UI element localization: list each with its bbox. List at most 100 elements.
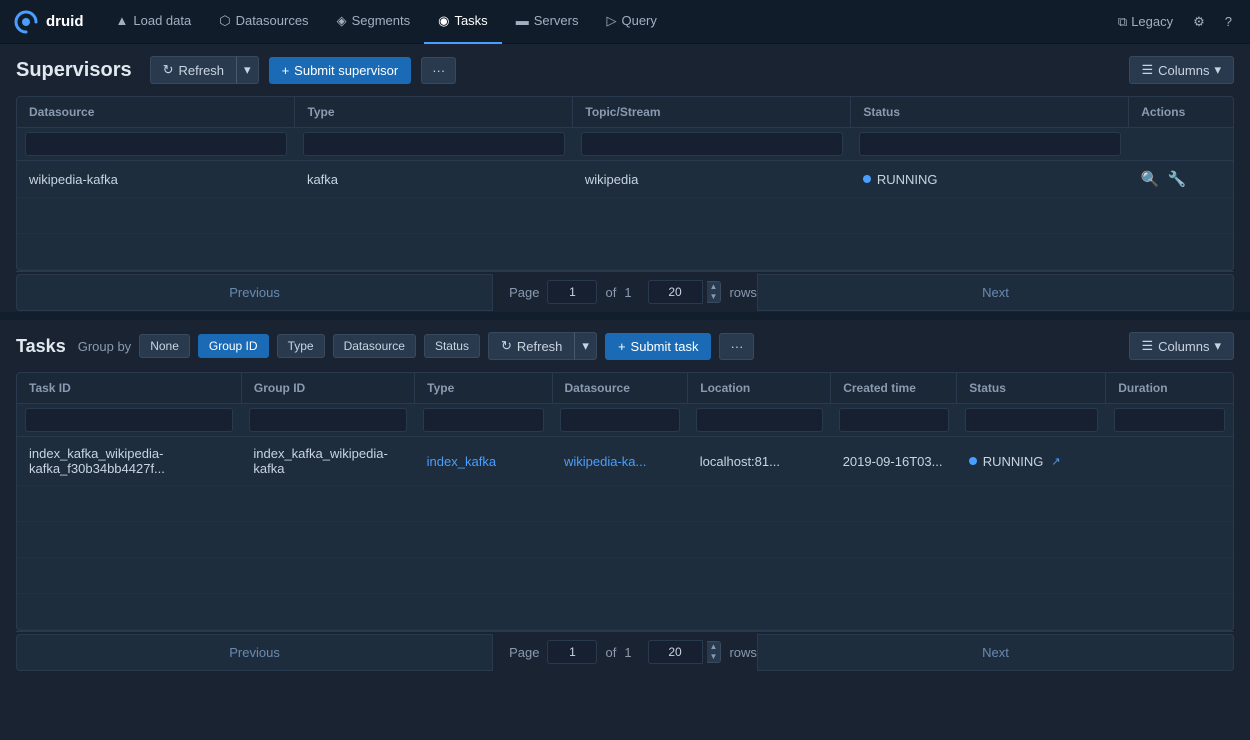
group-by-group-id-button[interactable]: Group ID	[198, 334, 269, 358]
help-icon: ?	[1225, 14, 1232, 29]
topic-stream-filter-input[interactable]	[581, 132, 843, 156]
col-header-datasource: Datasource	[17, 97, 295, 128]
settings-wrench-icon[interactable]: 🔧	[1167, 170, 1186, 188]
task-id-cell: index_kafka_wikipedia-kafka_f30b34bb4427…	[17, 437, 241, 486]
tasks-columns-button[interactable]: ☰ Columns ▾	[1129, 332, 1234, 360]
supervisors-page-input[interactable]	[547, 280, 597, 304]
nav-item-label: Datasources	[236, 13, 309, 28]
tasks-rows-spinner: ▲ ▼	[707, 641, 722, 663]
nav-item-datasources[interactable]: ⬡ Datasources	[205, 0, 322, 44]
external-link-icon: ⧉	[1118, 14, 1127, 30]
tasks-page-info: Page of 1	[493, 632, 647, 672]
nav-item-query[interactable]: ▷ Query	[592, 0, 670, 44]
empty-row-4	[17, 522, 1233, 558]
columns-icon: ☰	[1142, 338, 1154, 354]
columns-icon: ☰	[1142, 62, 1154, 78]
col-header-actions: Actions	[1129, 97, 1233, 128]
plus-icon: +	[618, 339, 626, 354]
nav-items: ▲ Load data ⬡ Datasources ◈ Segments ◉ T…	[102, 0, 1112, 44]
empty-row-6	[17, 594, 1233, 630]
col-header-type: Type	[295, 97, 573, 128]
search-icon[interactable]: 🔍	[1141, 170, 1160, 188]
supervisors-more-button[interactable]: ···	[421, 57, 456, 84]
task-status-dot	[969, 457, 977, 465]
nav-logo[interactable]: druid	[12, 8, 84, 36]
task-datasource-link[interactable]: wikipedia-ka...	[564, 454, 646, 469]
status-filter-input[interactable]	[859, 132, 1121, 156]
supervisors-total-pages: 1	[624, 285, 631, 300]
submit-supervisor-button[interactable]: + Submit supervisor	[269, 57, 412, 84]
refresh-dropdown-button[interactable]: ▾	[236, 56, 259, 84]
settings-button[interactable]: ⚙	[1187, 10, 1211, 34]
segments-icon: ◈	[337, 13, 347, 29]
location-filter-input[interactable]	[696, 408, 823, 432]
type-filter-input[interactable]	[303, 132, 565, 156]
rows-up-button[interactable]: ▲	[707, 282, 721, 292]
group-by-label: Group by	[78, 339, 131, 354]
refresh-icon: ↻	[163, 62, 174, 78]
group-by-type-button[interactable]: Type	[277, 334, 325, 358]
supervisors-previous-button[interactable]: Previous	[16, 274, 493, 311]
tasks-rows-down-button[interactable]: ▼	[707, 652, 721, 662]
group-id-cell: index_kafka_wikipedia-kafka	[241, 437, 414, 486]
tasks-rows-input[interactable]	[648, 640, 703, 664]
help-button[interactable]: ?	[1219, 10, 1238, 33]
legacy-button[interactable]: ⧉ Legacy	[1112, 10, 1179, 34]
tasks-next-button[interactable]: Next	[757, 634, 1234, 671]
group-by-none-button[interactable]: None	[139, 334, 190, 358]
created-time-filter-input[interactable]	[839, 408, 949, 432]
logo-text: druid	[46, 13, 84, 30]
datasource-filter-input[interactable]	[25, 132, 287, 156]
chevron-down-icon: ▾	[582, 338, 589, 354]
tasks-type-filter-input[interactable]	[423, 408, 544, 432]
col-header-location: Location	[688, 373, 831, 404]
tasks-more-button[interactable]: ···	[719, 333, 754, 360]
tasks-header-row: Task ID Group ID Type Datasource Locatio…	[17, 373, 1233, 404]
plus-icon: +	[282, 63, 290, 78]
submit-task-label: Submit task	[631, 339, 699, 354]
supervisor-datasource-cell: wikipedia-kafka	[17, 161, 295, 198]
supervisor-topic-cell: wikipedia	[573, 161, 851, 198]
tasks-status-filter-input[interactable]	[965, 408, 1098, 432]
nav-right: ⧉ Legacy ⚙ ?	[1112, 10, 1238, 34]
tasks-title: Tasks	[16, 336, 66, 357]
supervisor-status-cell: RUNNING	[851, 161, 1129, 198]
supervisors-rows-select: ▲ ▼ rows	[648, 280, 757, 304]
nav-item-segments[interactable]: ◈ Segments	[323, 0, 425, 44]
tasks-datasource-filter-input[interactable]	[560, 408, 680, 432]
servers-icon: ▬	[516, 13, 529, 28]
nav-item-tasks[interactable]: ◉ Tasks	[424, 0, 502, 44]
rows-down-button[interactable]: ▼	[707, 292, 721, 302]
refresh-button-group: ↻ Refresh ▾	[150, 56, 259, 84]
tasks-refresh-button[interactable]: ↻ Refresh	[488, 332, 574, 360]
tasks-page-label: Page	[509, 645, 539, 660]
duration-filter-input[interactable]	[1114, 408, 1225, 432]
nav-item-servers[interactable]: ▬ Servers	[502, 0, 593, 44]
group-by-datasource-button[interactable]: Datasource	[333, 334, 416, 358]
chevron-down-icon: ▾	[1214, 62, 1221, 78]
tasks-rows-up-button[interactable]: ▲	[707, 642, 721, 652]
task-datasource-cell: wikipedia-ka...	[552, 437, 688, 486]
task-type-cell: index_kafka	[415, 437, 552, 486]
supervisors-refresh-button[interactable]: ↻ Refresh	[150, 56, 236, 84]
col-header-created-time: Created time	[831, 373, 957, 404]
submit-task-button[interactable]: + Submit task	[605, 333, 712, 360]
tasks-page-input[interactable]	[547, 640, 597, 664]
tasks-refresh-dropdown-button[interactable]: ▾	[574, 332, 597, 360]
supervisors-columns-button[interactable]: ☰ Columns ▾	[1129, 56, 1234, 84]
nav-item-label: Tasks	[454, 13, 487, 28]
col-header-group-id: Group ID	[241, 373, 414, 404]
supervisors-next-button[interactable]: Next	[757, 274, 1234, 311]
tasks-rows-label: rows	[729, 645, 756, 660]
task-id-filter-input[interactable]	[25, 408, 233, 432]
supervisors-rows-input[interactable]	[648, 280, 703, 304]
group-id-filter-input[interactable]	[249, 408, 406, 432]
refresh-label: Refresh	[179, 63, 225, 78]
task-external-link-icon[interactable]: ↗	[1051, 455, 1060, 468]
task-status-cell: RUNNING ↗	[957, 437, 1106, 486]
page-label: Page	[509, 285, 539, 300]
group-by-status-button[interactable]: Status	[424, 334, 480, 358]
tasks-previous-button[interactable]: Previous	[16, 634, 493, 671]
task-type-link[interactable]: index_kafka	[427, 454, 496, 469]
nav-item-load-data[interactable]: ▲ Load data	[102, 0, 206, 44]
